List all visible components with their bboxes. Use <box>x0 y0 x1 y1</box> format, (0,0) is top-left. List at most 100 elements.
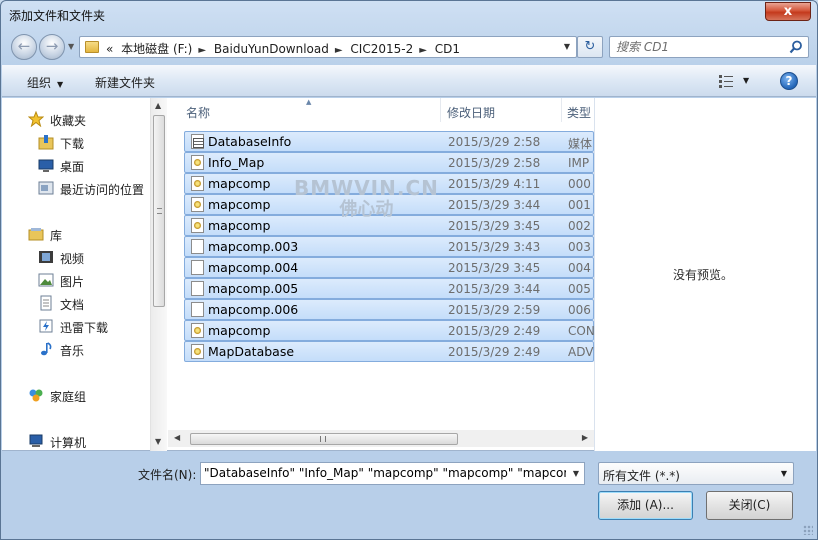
scroll-grip-icon <box>320 436 326 442</box>
gear-file-icon <box>191 155 204 170</box>
file-list-pane[interactable]: ▲ 名称 修改日期 类型 DatabaseInfo 2015/3/29 2:58 媒… <box>168 98 594 451</box>
file-date: 2015/3/29 2:58 <box>448 135 541 149</box>
nav-item-music[interactable]: 音乐 <box>2 338 150 360</box>
add-button[interactable]: 添加 (A)... <box>598 491 693 520</box>
gear-file-icon <box>191 344 204 359</box>
file-type: ADV <box>568 345 594 359</box>
file-type: 004 <box>568 261 591 275</box>
file-name: mapcomp.004 <box>208 260 299 275</box>
title-bar[interactable]: 添加文件和文件夹 x <box>1 1 817 29</box>
new-folder-button[interactable]: 新建文件夹 <box>95 74 155 91</box>
file-list-horizontal-scrollbar[interactable]: ◀ ▶ <box>168 430 594 447</box>
column-name[interactable]: 名称 <box>186 104 210 121</box>
file-date: 2015/3/29 3:45 <box>448 219 541 233</box>
help-button[interactable]: ? <box>780 72 798 90</box>
nav-item-documents[interactable]: 文档 <box>2 292 150 314</box>
nav-label-computer: 计算机 <box>50 436 87 450</box>
forward-button[interactable]: → <box>39 34 65 60</box>
file-type-select[interactable]: 所有文件 (*.*) ▼ <box>598 462 794 485</box>
file-row[interactable]: Info_Map 2015/3/29 2:58 IMP <box>184 152 594 173</box>
navigation-bar: ← → ▼ « 本地磁盘 (F:) ► BaiduYunDownload ► CIC… <box>1 31 817 63</box>
breadcrumb-item-cic2015-2[interactable]: CIC2015-2 <box>350 42 413 56</box>
filename-input[interactable] <box>204 466 566 480</box>
nav-pane-scroll-thumb[interactable] <box>153 115 165 307</box>
file-row[interactable]: mapcomp.004 2015/3/29 3:45 004 <box>184 257 594 278</box>
file-type: 000 <box>568 177 591 191</box>
nav-item-favorites[interactable]: 收藏夹 <box>2 108 150 130</box>
breadcrumb-item-drive[interactable]: 本地磁盘 (F:) <box>121 42 192 56</box>
nav-label-music: 音乐 <box>60 344 85 358</box>
gear-file-icon <box>191 197 204 212</box>
nav-label-documents: 文档 <box>60 298 85 312</box>
file-row[interactable]: mapcomp 2015/3/29 2:49 CON <box>184 320 594 341</box>
file-row[interactable]: mapcomp.003 2015/3/29 3:43 003 <box>184 236 594 257</box>
file-row[interactable]: MapDatabase 2015/3/29 2:49 ADV <box>184 341 594 362</box>
file-row[interactable]: mapcomp.006 2015/3/29 2:59 006 <box>184 299 594 320</box>
column-divider[interactable] <box>440 98 441 122</box>
view-options-icon[interactable] <box>718 74 734 88</box>
recent-locations-dropdown-icon[interactable]: ▼ <box>68 42 74 51</box>
blank-file-icon <box>191 260 204 275</box>
scroll-right-arrow-icon[interactable]: ▶ <box>582 433 588 442</box>
window-title: 添加文件和文件夹 <box>9 9 106 23</box>
breadcrumb-chevron-icon[interactable]: ► <box>419 45 427 56</box>
file-type-value: 所有文件 (*.*) <box>603 469 680 483</box>
breadcrumb-overflow[interactable]: « <box>106 42 113 56</box>
scroll-down-arrow-icon[interactable]: ▼ <box>155 437 161 446</box>
back-button[interactable]: ← <box>11 34 37 60</box>
nav-label-videos: 视频 <box>60 252 85 266</box>
nav-pane-scrollbar[interactable]: ▲ ▼ <box>150 98 167 451</box>
navigation-pane[interactable]: 收藏夹 下载 桌面 最近访问的位置 库 视频 图片 文档 迅雷下载 音乐 家庭组… <box>2 98 150 451</box>
column-header: ▲ 名称 修改日期 类型 <box>168 98 594 122</box>
nav-label-recent: 最近访问的位置 <box>60 183 145 197</box>
filename-dropdown-icon[interactable]: ▼ <box>573 469 579 478</box>
file-name: mapcomp.003 <box>208 239 299 254</box>
nav-item-computer[interactable]: 计算机 <box>2 430 150 451</box>
nav-item-libraries[interactable]: 库 <box>2 223 150 245</box>
back-arrow-icon: ← <box>17 37 31 55</box>
address-bar[interactable]: « 本地磁盘 (F:) ► BaiduYunDownload ► CIC2015-2… <box>79 36 577 58</box>
nav-item-desktop[interactable]: 桌面 <box>2 154 150 176</box>
resize-grip-icon[interactable] <box>803 525 813 535</box>
scroll-up-arrow-icon[interactable]: ▲ <box>155 101 161 110</box>
nav-item-downloads[interactable]: 下载 <box>2 131 150 153</box>
breadcrumb-chevron-icon[interactable]: ► <box>335 45 343 56</box>
nav-item-homegroup[interactable]: 家庭组 <box>2 384 150 406</box>
file-date: 2015/3/29 3:43 <box>448 240 541 254</box>
breadcrumb: « 本地磁盘 (F:) ► BaiduYunDownload ► CIC2015-2… <box>106 40 464 57</box>
column-type[interactable]: 类型 <box>567 104 591 121</box>
window-close-button[interactable]: x <box>765 2 811 21</box>
desktop-icon <box>38 159 54 172</box>
view-dropdown-icon[interactable]: ▼ <box>743 76 749 85</box>
scroll-left-arrow-icon[interactable]: ◀ <box>174 433 180 442</box>
address-dropdown-icon[interactable]: ▼ <box>564 42 570 51</box>
horizontal-scroll-thumb[interactable] <box>190 433 458 445</box>
nav-item-videos[interactable]: 视频 <box>2 246 150 268</box>
video-icon <box>39 251 53 263</box>
file-name: mapcomp.005 <box>208 281 299 296</box>
breadcrumb-item-baiduyundownload[interactable]: BaiduYunDownload <box>214 42 329 56</box>
breadcrumb-item-cd1[interactable]: CD1 <box>435 42 460 56</box>
thunder-download-icon <box>39 319 53 333</box>
refresh-icon: ↻ <box>584 39 596 54</box>
organize-menu[interactable]: 组织 ▼ <box>27 74 63 91</box>
refresh-button[interactable]: ↻ <box>577 36 603 58</box>
filename-label: 文件名(N): <box>138 468 197 482</box>
search-box[interactable] <box>609 36 809 58</box>
column-divider[interactable] <box>561 98 562 122</box>
nav-item-thunder[interactable]: 迅雷下载 <box>2 315 150 337</box>
breadcrumb-chevron-icon[interactable]: ► <box>198 45 206 56</box>
nav-label-pictures: 图片 <box>60 275 85 289</box>
nav-item-pictures[interactable]: 图片 <box>2 269 150 291</box>
gear-file-icon <box>191 323 204 338</box>
folder-icon <box>85 41 99 53</box>
search-input[interactable] <box>616 40 781 54</box>
column-date[interactable]: 修改日期 <box>447 104 495 121</box>
search-icon[interactable] <box>789 40 803 54</box>
file-name: MapDatabase <box>208 344 295 359</box>
file-row[interactable]: mapcomp.005 2015/3/29 3:44 005 <box>184 278 594 299</box>
nav-item-recent[interactable]: 最近访问的位置 <box>2 177 150 199</box>
filename-combobox[interactable]: ▼ <box>200 462 585 485</box>
close-button[interactable]: 关闭(C) <box>706 491 793 520</box>
file-row[interactable]: DatabaseInfo 2015/3/29 2:58 媒体 <box>184 131 594 152</box>
